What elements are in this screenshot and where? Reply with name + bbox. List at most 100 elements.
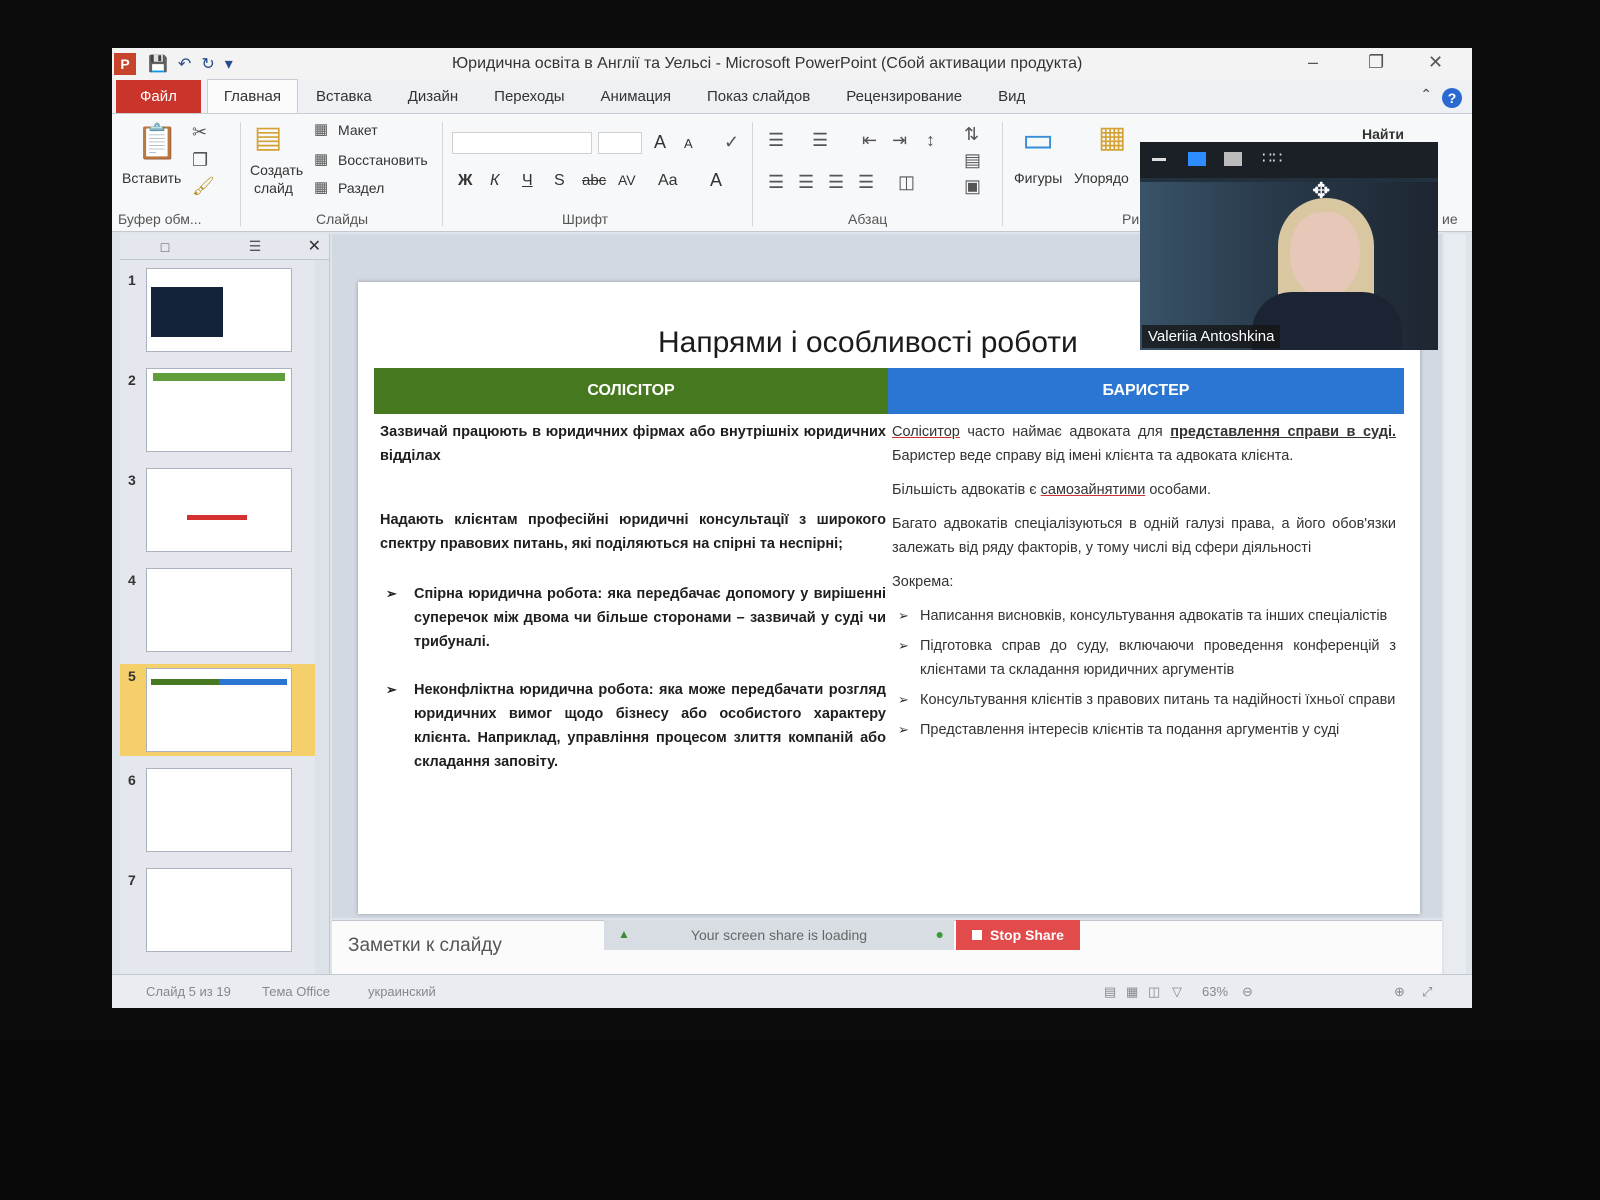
tab-animations[interactable]: Анимация (583, 88, 689, 113)
reset-button[interactable]: Восстановить (338, 152, 428, 168)
tab-file[interactable]: Файл (116, 80, 201, 113)
clear-format-icon[interactable]: ✓ (724, 132, 739, 153)
solicitor-column[interactable]: Зазвичай працюють в юридичних фірмах або… (380, 420, 886, 792)
tab-review[interactable]: Рецензирование (828, 88, 980, 113)
paragraph-group-label: Абзац (848, 211, 888, 227)
grow-font-button[interactable]: A (654, 132, 666, 153)
tab-transitions[interactable]: Переходы (476, 88, 582, 113)
sorter-view-icon[interactable]: ▦ (1126, 984, 1138, 1000)
outline-tab-icon[interactable]: ☰ (210, 238, 300, 255)
align-text-icon[interactable]: ▤ (964, 150, 981, 171)
separator (442, 122, 443, 226)
copy-icon[interactable]: ❐ (192, 150, 208, 171)
clipboard-group-label: Буфер обм... (118, 211, 202, 227)
arrange-button[interactable]: Упорядо (1074, 170, 1129, 186)
justify-icon[interactable]: ☰ (858, 172, 874, 193)
slide-thumbnail[interactable]: 2 (120, 368, 316, 460)
paste-button[interactable]: Вставить (122, 170, 181, 186)
save-icon[interactable]: 💾 (148, 54, 168, 74)
bullets-icon[interactable]: ☰ (768, 130, 784, 151)
slideshow-view-icon[interactable]: ▽ (1172, 984, 1182, 1000)
columns-icon[interactable]: ◫ (898, 172, 915, 193)
slide-thumbnail-selected[interactable]: 5 (120, 664, 316, 756)
close-panel-icon[interactable]: ✕ (308, 236, 321, 256)
slide-thumbnail[interactable]: 6 (120, 768, 316, 860)
tab-home[interactable]: Главная (206, 79, 298, 113)
new-slide-button-line1[interactable]: Создать (250, 162, 303, 178)
tab-view[interactable]: Вид (980, 88, 1043, 113)
cut-icon[interactable]: ✂ (192, 122, 207, 143)
shrink-font-button[interactable]: A (684, 136, 693, 151)
format-painter-icon[interactable]: 🖌 (192, 176, 215, 197)
undo-icon[interactable]: ↶ (178, 54, 191, 74)
stop-share-button[interactable]: Stop Share (956, 920, 1080, 950)
help-icon[interactable]: ? (1442, 88, 1462, 108)
barrister-column[interactable]: Соліситор часто наймає адвоката для пред… (892, 420, 1396, 748)
new-slide-icon[interactable]: ▤ (254, 120, 282, 155)
zoom-in-icon[interactable]: ⊕ (1394, 984, 1405, 1000)
minimize-icon[interactable]: – (1308, 52, 1318, 73)
gallery-view-icon[interactable]: ∷∷ (1262, 148, 1282, 167)
layout-button[interactable]: Макет (338, 122, 378, 138)
reading-view-icon[interactable]: ◫ (1148, 984, 1160, 1000)
new-slide-button-line2[interactable]: слайд (254, 180, 293, 196)
barrister-header[interactable]: БАРИСТЕР (888, 368, 1404, 414)
bold-button[interactable]: Ж (458, 172, 472, 190)
arrange-icon[interactable]: ▦ (1098, 120, 1126, 155)
paste-icon[interactable]: 📋 (136, 122, 178, 162)
minimize-ribbon-icon[interactable]: ⌃ (1420, 86, 1432, 103)
zoom-out-icon[interactable]: ⊖ (1242, 984, 1253, 1000)
zoom-level[interactable]: 63% (1202, 984, 1228, 999)
numbering-icon[interactable]: ☰ (812, 130, 828, 151)
line-spacing-icon[interactable]: ↕ (926, 130, 935, 151)
slide-thumbnail[interactable]: 1 (120, 268, 316, 360)
italic-button[interactable]: К (490, 172, 499, 190)
decrease-indent-icon[interactable]: ⇤ (862, 130, 877, 151)
theme-name: Тема Office (262, 984, 330, 999)
panel-scrollbar[interactable] (315, 260, 329, 974)
language[interactable]: украинский (368, 984, 436, 999)
underline-button[interactable]: Ч (522, 172, 533, 190)
normal-view-icon[interactable]: ▤ (1104, 984, 1116, 1000)
font-size-select[interactable] (598, 132, 642, 154)
strip-view-icon[interactable] (1224, 152, 1242, 166)
slide-canvas[interactable]: Напрями і особливості роботи СОЛІСІТОР Б… (358, 282, 1420, 914)
align-center-icon[interactable]: ☰ (798, 172, 814, 193)
char-spacing-button[interactable]: AV (618, 172, 636, 188)
font-family-select[interactable] (452, 132, 592, 154)
tab-design[interactable]: Дизайн (390, 88, 476, 113)
redo-icon[interactable]: ↻ (201, 54, 214, 74)
slide-title[interactable]: Напрями і особливості роботи (658, 326, 1128, 360)
change-case-button[interactable]: Aa (658, 172, 678, 190)
shadow-button[interactable]: S (554, 172, 565, 190)
tab-insert[interactable]: Вставка (298, 88, 390, 113)
speaker-view-icon[interactable] (1188, 152, 1206, 166)
close-icon[interactable]: ✕ (1428, 52, 1443, 73)
slides-tab-icon[interactable]: □ (120, 239, 210, 255)
solicitor-header[interactable]: СОЛІСІТОР (374, 368, 888, 414)
smartart-icon[interactable]: ▣ (964, 176, 981, 197)
notes-placeholder[interactable]: Заметки к слайду (348, 935, 502, 957)
align-left-icon[interactable]: ☰ (768, 172, 784, 193)
minimize-video-icon[interactable] (1152, 158, 1166, 161)
strikethrough-button[interactable]: abc (582, 172, 606, 189)
customize-qat-icon[interactable]: ▾ (225, 54, 233, 74)
font-color-button[interactable]: A (710, 170, 722, 191)
find-button[interactable]: Найти (1362, 126, 1404, 142)
slide-thumbnail[interactable]: 7 (120, 868, 316, 960)
align-right-icon[interactable]: ☰ (828, 172, 844, 193)
increase-indent-icon[interactable]: ⇥ (892, 130, 907, 151)
slide-scrollbar[interactable] (1444, 234, 1466, 974)
move-icon[interactable]: ✥ (1312, 178, 1330, 204)
text-direction-icon[interactable]: ⇅ (964, 124, 979, 145)
tab-slideshow[interactable]: Показ слайдов (689, 88, 828, 113)
slide-thumbnail[interactable]: 3 (120, 468, 316, 560)
powerpoint-app-icon[interactable]: P (114, 53, 136, 75)
video-participant-window[interactable]: ∷∷ ✥ Valeriia Antoshkina (1140, 142, 1438, 350)
shapes-button[interactable]: Фигуры (1014, 170, 1062, 186)
section-button[interactable]: Раздел (338, 180, 384, 196)
fit-slide-icon[interactable]: ⤢ (1422, 984, 1432, 1000)
restore-icon[interactable]: ❐ (1368, 52, 1384, 73)
shapes-icon[interactable]: ▭ (1022, 120, 1054, 160)
slide-thumbnail[interactable]: 4 (120, 568, 316, 660)
